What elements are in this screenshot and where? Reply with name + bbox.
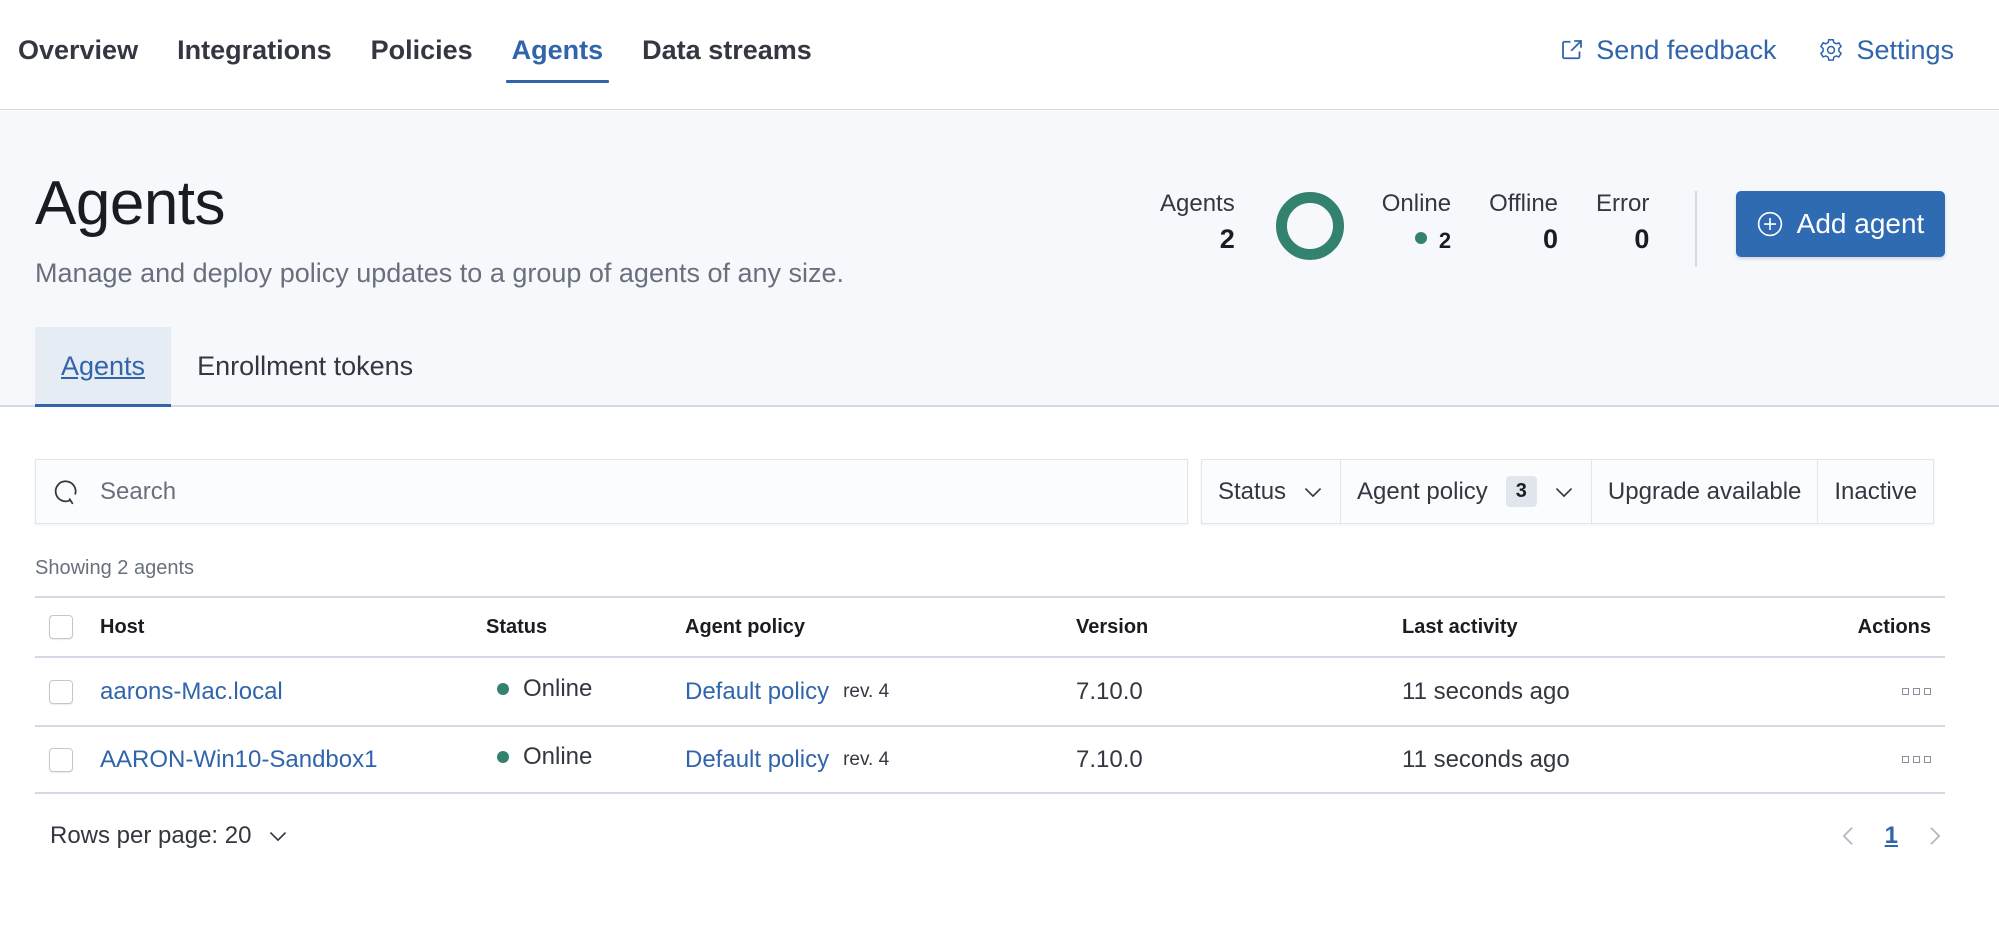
settings-link[interactable]: Settings [1818, 35, 1954, 66]
policy-revision: rev. 4 [843, 748, 890, 770]
upgrade-available-filter[interactable]: Upgrade available [1592, 460, 1819, 523]
stat-online: Online 2 [1382, 189, 1451, 269]
row-actions-menu-icon[interactable] [1902, 756, 1931, 763]
column-header-status: Status [486, 615, 548, 638]
stat-online-label: Online [1381, 190, 1452, 217]
agent-policy-link[interactable]: Default policy [685, 746, 829, 774]
stat-error-label: Error [1596, 190, 1650, 217]
results-count: Showing 2 agents [35, 557, 195, 579]
send-feedback-link[interactable]: Send feedback [1560, 35, 1776, 66]
column-header-version: Version [1076, 615, 1149, 638]
subtab-enrollment-tokens[interactable]: Enrollment tokens [171, 327, 439, 407]
add-agent-label: Add agent [1796, 208, 1925, 239]
chevron-down-icon [1555, 487, 1573, 497]
table-header: Host Status Agent policy Version Last ac… [35, 596, 1945, 656]
host-link[interactable]: aarons-Mac.local [100, 658, 283, 725]
host-link[interactable]: AARON-Win10-Sandbox1 [100, 727, 377, 792]
select-all-checkbox[interactable] [49, 615, 73, 639]
stats-divider [1695, 191, 1697, 267]
page-description: Manage and deploy policy updates to a gr… [35, 258, 845, 288]
stat-agents-label: Agents [1160, 190, 1235, 217]
sub-tabs: Agents Enrollment tokens [35, 327, 439, 407]
stat-agents: Agents 2 [1160, 189, 1235, 269]
tab-integrations[interactable]: Integrations [177, 0, 332, 100]
page-number-button[interactable]: 1 [1885, 822, 1898, 850]
status-text: Online [523, 674, 593, 702]
tab-overview[interactable]: Overview [18, 0, 138, 100]
policy-revision: rev. 4 [843, 680, 890, 702]
chevron-down-icon [1304, 487, 1322, 497]
column-header-last-activity[interactable]: Last activity [1402, 598, 1518, 656]
status-text: Online [523, 742, 593, 770]
tab-data-streams[interactable]: Data streams [642, 0, 812, 100]
rows-per-page-label: Rows per page: 20 [50, 822, 252, 849]
add-agent-button[interactable]: Add agent [1736, 191, 1945, 257]
version-value: 7.10.0 [1076, 745, 1143, 773]
page-header: Agents Manage and deploy policy updates … [0, 111, 1999, 407]
row-checkbox[interactable] [49, 747, 73, 772]
online-dot-icon [1414, 231, 1427, 244]
inactive-filter[interactable]: Inactive [1818, 460, 1933, 523]
topnav-actions: Send feedback Settings [1518, 0, 1954, 100]
previous-page-icon[interactable] [1839, 825, 1857, 847]
rows-per-page-selector[interactable]: Rows per page: 20 [50, 822, 289, 850]
column-header-host[interactable]: Host [100, 598, 144, 656]
agents-table: Host Status Agent policy Version Last ac… [35, 596, 1945, 794]
plus-circle-icon [1757, 211, 1782, 237]
agent-policy-filter-label: Agent policy [1357, 477, 1488, 505]
row-actions-menu-icon[interactable] [1902, 688, 1931, 695]
last-activity-value: 11 seconds ago [1402, 677, 1570, 705]
search-input[interactable] [100, 477, 1100, 506]
agent-policy-link[interactable]: Default policy [685, 678, 829, 706]
stat-error-value: 0 [1634, 224, 1650, 254]
stat-offline-value: 0 [1543, 224, 1559, 254]
last-activity-value: 11 seconds ago [1402, 745, 1570, 773]
agent-status-donut [1275, 192, 1344, 260]
table-row: AARON-Win10-Sandbox1 Online Default poli… [35, 725, 1945, 794]
tab-agents[interactable]: Agents [505, 0, 609, 100]
stat-error: Error 0 [1596, 189, 1649, 269]
stat-offline-label: Offline [1489, 190, 1559, 217]
column-header-agent-policy: Agent policy [685, 615, 806, 638]
stat-offline: Offline 0 [1489, 189, 1558, 269]
stat-online-value: 2 [1438, 228, 1452, 253]
agent-stats: Agents 2 Online 2 Offline 0 Error 0 [1160, 189, 1687, 269]
agent-policy-count-badge: 3 [1505, 476, 1537, 507]
gear-icon [1820, 38, 1843, 61]
status-filter-label: Status [1218, 477, 1287, 505]
page-title: Agents [35, 169, 226, 238]
chevron-down-icon [270, 831, 287, 842]
next-page-icon[interactable] [1926, 825, 1944, 847]
top-navigation: Overview Integrations Policies Agents Da… [0, 0, 1999, 110]
column-header-actions: Actions [1857, 615, 1931, 638]
version-value: 7.10.0 [1076, 677, 1143, 705]
app-tabs: Overview Integrations Policies Agents Da… [18, 0, 851, 110]
search-icon [54, 479, 77, 504]
search-field[interactable] [35, 459, 1188, 524]
tab-policies[interactable]: Policies [371, 0, 473, 100]
online-status-dot-icon [497, 750, 509, 763]
agent-policy-filter[interactable]: Agent policy 3 [1341, 460, 1592, 523]
online-status-dot-icon [497, 682, 509, 695]
settings-label: Settings [1856, 34, 1954, 65]
status-filter[interactable]: Status [1202, 460, 1342, 523]
send-feedback-label: Send feedback [1596, 34, 1777, 65]
external-link-icon [1562, 40, 1583, 60]
row-checkbox[interactable] [49, 679, 73, 704]
subtab-agents[interactable]: Agents [35, 327, 172, 407]
stat-agents-value: 2 [1219, 224, 1235, 254]
filter-group: Status Agent policy 3 Upgrade available … [1201, 459, 1935, 524]
table-row: aarons-Mac.local Online Default policy re… [35, 656, 1945, 725]
pagination: 1 [1839, 822, 1944, 850]
